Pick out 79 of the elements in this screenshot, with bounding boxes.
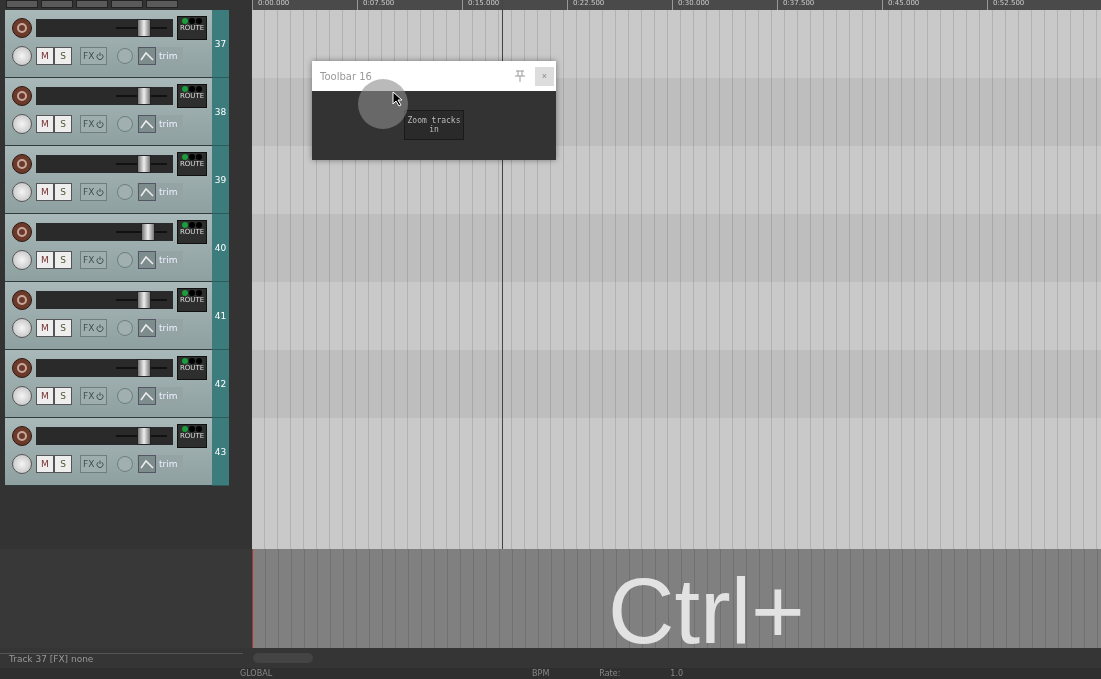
zoom-button[interactable]: Zoom tracks in: [404, 110, 464, 140]
envelope-icon: [138, 387, 156, 405]
solo-button[interactable]: S: [54, 183, 72, 201]
fx-button[interactable]: FX: [80, 183, 107, 201]
envelope-icon: [138, 455, 156, 473]
pan-knob[interactable]: [12, 46, 32, 66]
power-icon: [96, 188, 105, 196]
fader-thumb[interactable]: [137, 87, 152, 105]
volume-fader[interactable]: [36, 427, 173, 445]
track-number: 37: [212, 10, 229, 78]
volume-fader[interactable]: [36, 87, 173, 105]
solo-button[interactable]: S: [54, 115, 72, 133]
power-icon: [96, 324, 105, 332]
envelope-icon: [138, 251, 156, 269]
envelope-icon: [138, 183, 156, 201]
mute-button[interactable]: M: [36, 183, 54, 201]
track-number: 42: [212, 350, 229, 418]
mute-button[interactable]: M: [36, 387, 54, 405]
fx-button[interactable]: FX: [80, 319, 107, 337]
power-icon: [96, 392, 105, 400]
track-number: 43: [212, 418, 229, 486]
envelope-icon: [138, 319, 156, 337]
power-icon: [96, 52, 105, 60]
mute-button[interactable]: M: [36, 455, 54, 473]
envelope-icon: [138, 115, 156, 133]
fx-button[interactable]: FX: [80, 115, 107, 133]
rate-value: 1.0: [670, 668, 684, 679]
pan-knob[interactable]: [12, 454, 32, 474]
power-icon: [96, 256, 105, 264]
fx-button[interactable]: FX: [80, 455, 107, 473]
record-arm-button[interactable]: [12, 222, 32, 242]
solo-button[interactable]: S: [54, 455, 72, 473]
pan-knob[interactable]: [12, 318, 32, 338]
power-icon: [96, 460, 105, 468]
fx-button[interactable]: FX: [80, 387, 107, 405]
solo-button[interactable]: S: [54, 47, 72, 65]
global-button[interactable]: GLOBAL: [240, 668, 273, 679]
track-number: 38: [212, 78, 229, 146]
record-arm-button[interactable]: [12, 154, 32, 174]
volume-fader[interactable]: [36, 359, 173, 377]
pan-knob[interactable]: [12, 386, 32, 406]
pan-knob[interactable]: [12, 182, 32, 202]
fader-thumb[interactable]: [137, 155, 152, 173]
keystroke-overlay: Ctrl+: [608, 565, 805, 657]
click-highlight: [358, 79, 408, 129]
mute-button[interactable]: M: [36, 251, 54, 269]
status-text: Track 37 [FX] none: [0, 652, 243, 664]
track-number: 39: [212, 146, 229, 214]
bpm-label: BPM: [532, 668, 550, 679]
rate-label: Rate:: [599, 668, 621, 679]
mute-button[interactable]: M: [36, 47, 54, 65]
fader-thumb[interactable]: [137, 359, 152, 377]
fader-thumb[interactable]: [140, 223, 155, 241]
fx-button[interactable]: FX: [80, 251, 107, 269]
power-icon: [96, 120, 105, 128]
record-arm-button[interactable]: [12, 358, 32, 378]
record-arm-button[interactable]: [12, 86, 32, 106]
solo-button[interactable]: S: [54, 319, 72, 337]
record-arm-button[interactable]: [12, 290, 32, 310]
pan-knob[interactable]: [12, 114, 32, 134]
fader-thumb[interactable]: [137, 427, 152, 445]
record-arm-button[interactable]: [12, 426, 32, 446]
volume-fader[interactable]: [36, 223, 173, 241]
mute-button[interactable]: M: [36, 115, 54, 133]
volume-fader[interactable]: [36, 291, 173, 309]
window-title: Toolbar 16: [320, 70, 373, 82]
solo-button[interactable]: S: [54, 387, 72, 405]
mute-button[interactable]: M: [36, 319, 54, 337]
volume-fader[interactable]: [36, 155, 173, 173]
pan-knob[interactable]: [12, 250, 32, 270]
fx-button[interactable]: FX: [80, 47, 107, 65]
track-number: 41: [212, 282, 229, 350]
fader-thumb[interactable]: [137, 291, 152, 309]
solo-button[interactable]: S: [54, 251, 72, 269]
fader-thumb[interactable]: [137, 19, 152, 37]
track-number: 40: [212, 214, 229, 282]
volume-fader[interactable]: [36, 19, 173, 37]
record-arm-button[interactable]: [12, 18, 32, 38]
envelope-icon: [138, 47, 156, 65]
